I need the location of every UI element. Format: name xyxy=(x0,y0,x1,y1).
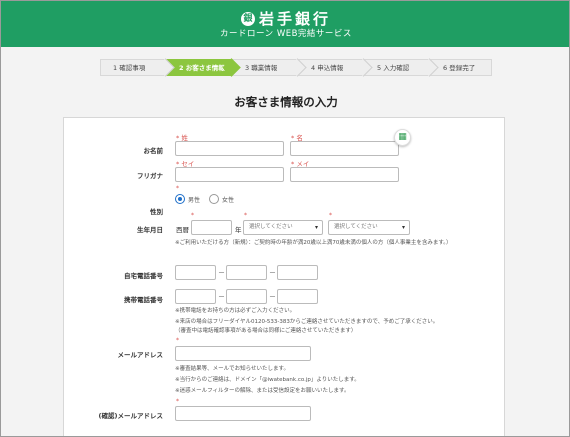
mobile-phone-note-2: ※来店の場合はフリーダイヤル0120-533-383からご連絡させていただきます… xyxy=(175,319,439,325)
home-phone-dash-1: － xyxy=(218,269,225,277)
last-name-kana-input[interactable] xyxy=(175,167,284,182)
home-phone-dash-2: － xyxy=(269,269,276,277)
birthday-label: 生年月日 xyxy=(137,226,163,234)
home-phone-part2-input[interactable] xyxy=(226,265,267,280)
birth-day-select[interactable]: 選択してください ▾ xyxy=(328,220,410,235)
year-unit-label: 年 xyxy=(235,226,242,234)
home-phone-label: 自宅電話番号 xyxy=(124,272,163,280)
step-confirmation: 1 確認事項 xyxy=(100,58,175,77)
era-label: 西暦 xyxy=(176,226,189,234)
service-subtitle: カードローン WEB完結サービス xyxy=(220,29,352,39)
email-confirm-label: (確認)メールアドレス xyxy=(98,412,163,420)
keyboard-icon[interactable]: ▦ xyxy=(394,129,411,146)
bank-name: 岩手銀行 xyxy=(258,10,331,28)
gender-female-label: 女性 xyxy=(222,197,235,204)
mobile-phone-label: 携帯電話番号 xyxy=(124,296,163,304)
birth-day-required-mark: * xyxy=(329,212,332,219)
email-required-mark: * xyxy=(176,337,179,344)
email-note-3: ※迷惑メールフィルターの解除、または受信設定をお願いいたします。 xyxy=(175,388,350,394)
step-customer-info: 2 お客さま情報 xyxy=(166,58,241,77)
chevron-down-icon: ▾ xyxy=(401,224,405,231)
step-input-review: 5 入力確認 xyxy=(364,58,439,77)
progress-steps: 1 確認事項 2 お客さま情報 3 職業情報 4 申込情報 5 入力確認 6 登… xyxy=(100,58,492,77)
birth-year-input[interactable] xyxy=(191,220,232,235)
birth-month-select[interactable]: 選択してください ▾ xyxy=(243,220,323,235)
browser-frame: 銀岩手銀行 カードローン WEB完結サービス 1 確認事項 2 お客さま情報 3… xyxy=(0,0,570,437)
step-complete: 6 登録完了 xyxy=(430,59,492,76)
mobile-phone-note-1: ※携帯電話をお持ちの方は必ずご入力ください。 xyxy=(175,308,296,314)
mobile-phone-note-3: （審査中は電話確認事項がある場合は同様にご連絡させていただきます） xyxy=(175,328,357,334)
home-phone-part3-input[interactable] xyxy=(277,265,318,280)
mobile-phone-part3-input[interactable] xyxy=(277,289,318,304)
step-occupation: 3 職業情報 xyxy=(232,58,307,77)
mobile-phone-part1-input[interactable] xyxy=(175,289,216,304)
email-note-1: ※審査結果等、メールでお知らせいたします。 xyxy=(175,366,289,372)
mobile-phone-dash-1: － xyxy=(218,293,225,301)
bank-logo-mark-icon: 銀 xyxy=(240,11,255,26)
gender-required-mark: * xyxy=(176,185,179,192)
birth-year-required-mark: * xyxy=(191,212,194,219)
gender-male-radio[interactable] xyxy=(175,194,185,204)
gender-label: 性別 xyxy=(150,208,163,216)
name-label: お名前 xyxy=(143,147,164,155)
first-name-input[interactable] xyxy=(290,141,399,156)
site-header: 銀岩手銀行 カードローン WEB完結サービス xyxy=(1,1,569,47)
email-label: メールアドレス xyxy=(117,351,164,359)
gender-female-radio[interactable] xyxy=(209,194,219,204)
home-phone-part1-input[interactable] xyxy=(175,265,216,280)
last-name-input[interactable] xyxy=(175,141,284,156)
gender-male-label: 男性 xyxy=(188,197,201,204)
email-confirm-required-mark: * xyxy=(176,398,179,405)
page-title: お客さま情報の入力 xyxy=(234,95,338,109)
birthday-note: ※ご利用いただける方（新規）：ご契約時の年齢が満20歳以上満70歳未満の個人の方… xyxy=(175,240,452,246)
mobile-phone-dash-2: － xyxy=(269,293,276,301)
email-input[interactable] xyxy=(175,346,311,361)
mobile-phone-part2-input[interactable] xyxy=(226,289,267,304)
email-confirm-input[interactable] xyxy=(175,406,311,421)
first-name-kana-input[interactable] xyxy=(290,167,399,182)
email-note-2: ※当行からのご連絡は、ドメイン「@iwatebank.co.jp」よりいたします… xyxy=(175,377,360,383)
bank-logo: 銀岩手銀行 xyxy=(1,8,569,29)
step-application: 4 申込情報 xyxy=(298,58,373,77)
birth-month-required-mark: * xyxy=(244,212,247,219)
chevron-down-icon: ▾ xyxy=(314,224,318,231)
furigana-label: フリガナ xyxy=(137,172,163,180)
